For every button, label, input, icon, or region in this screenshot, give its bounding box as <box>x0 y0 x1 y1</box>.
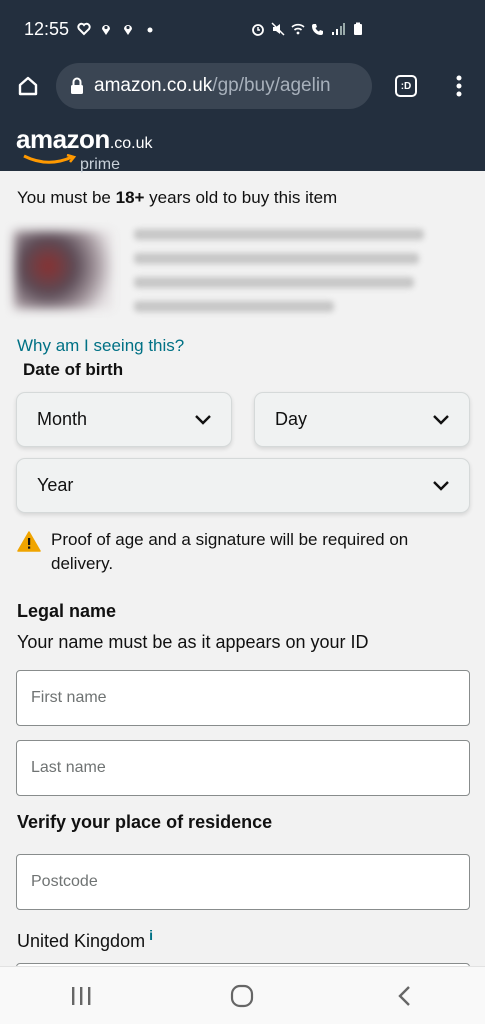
back-button[interactable] <box>364 971 444 1021</box>
battery-icon <box>354 22 362 35</box>
age-notice: You must be 18+ years old to buy this it… <box>17 188 338 207</box>
product-title-blurred <box>134 229 434 325</box>
url-bar[interactable]: amazon.co.uk/gp/buy/agelin <box>56 63 372 109</box>
legal-name-heading: Legal name <box>17 601 117 621</box>
info-icon[interactable]: i <box>149 927 153 943</box>
system-nav-bar <box>0 966 485 1024</box>
call-icon <box>312 24 323 35</box>
alarm-icon <box>252 24 264 36</box>
month-select-value: Month <box>37 409 88 429</box>
recent-apps-icon <box>71 986 91 1005</box>
chevron-down-icon <box>433 414 449 425</box>
status-time: 12:55 <box>24 18 70 39</box>
first-name-placeholder: First name <box>31 689 107 706</box>
why-am-i-seeing-this-link[interactable]: Why am I seeing this? <box>17 336 184 356</box>
day-select[interactable]: Day <box>254 392 470 447</box>
postcode-field[interactable]: Postcode <box>16 854 470 910</box>
tab-switcher-button[interactable]: :D <box>376 58 436 114</box>
country-label: United Kingdom i <box>17 927 153 951</box>
home-nav-button[interactable] <box>202 971 282 1021</box>
residence-heading: Verify your place of residence <box>17 812 273 832</box>
home-icon <box>18 76 38 96</box>
url-host: amazon.co.uk <box>94 75 213 96</box>
recent-apps-button[interactable] <box>41 971 121 1021</box>
heart-icon <box>77 22 91 36</box>
back-chevron-icon <box>398 985 410 1006</box>
year-select[interactable]: Year <box>16 458 470 513</box>
date-of-birth-label: Date of birth <box>23 360 124 379</box>
first-name-field[interactable]: First name <box>16 670 470 726</box>
site-header: amazon.co.uk prime <box>0 114 485 173</box>
product-image <box>14 231 112 309</box>
location-icon <box>124 25 133 35</box>
day-select-value: Day <box>275 409 308 429</box>
more-vertical-icon <box>456 75 462 97</box>
tab-switcher-icon: :D <box>395 75 417 97</box>
url-path: /gp/buy/agelin <box>212 75 331 96</box>
smile-icon <box>23 154 77 164</box>
dot-icon <box>147 27 153 33</box>
home-button[interactable] <box>0 58 56 114</box>
chevron-down-icon <box>433 480 449 491</box>
warning-icon <box>17 531 41 552</box>
proof-of-age-warning: Proof of age and a signature will be req… <box>17 528 467 576</box>
browser-toolbar: amazon.co.uk/gp/buy/agelin :D <box>0 58 485 114</box>
year-select-value: Year <box>37 475 74 495</box>
month-select[interactable]: Month <box>16 392 232 447</box>
home-circle-icon <box>231 984 254 1007</box>
last-name-placeholder: Last name <box>31 759 106 776</box>
browser-menu-button[interactable] <box>436 58 482 114</box>
mute-icon <box>271 22 285 36</box>
lock-icon <box>71 77 83 94</box>
warning-text: Proof of age and a signature will be req… <box>51 530 409 573</box>
age-verification-form: You must be 18+ years old to buy this it… <box>0 171 485 966</box>
chevron-down-icon <box>195 414 211 425</box>
legal-name-subtitle: Your name must be as it appears on your … <box>17 632 369 652</box>
status-bar: 12:55 <box>0 0 485 58</box>
location-icon <box>102 25 111 35</box>
amazon-logo[interactable]: amazon.co.uk prime <box>16 124 153 173</box>
wifi-icon <box>291 23 305 35</box>
signal-icon <box>332 23 345 35</box>
last-name-field[interactable]: Last name <box>16 740 470 796</box>
postcode-placeholder: Postcode <box>31 873 98 890</box>
